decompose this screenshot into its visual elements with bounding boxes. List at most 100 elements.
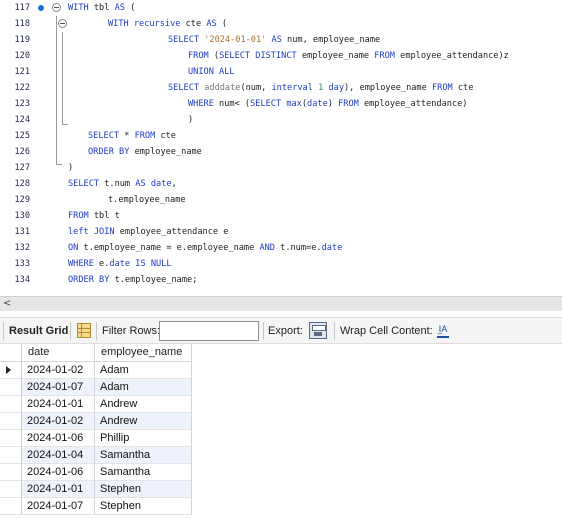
- code-token: SELECT DISTINCT: [219, 51, 297, 61]
- export-icon[interactable]: [309, 322, 327, 339]
- column-header-employee-name[interactable]: employee_name: [95, 344, 192, 362]
- code-token: cte: [155, 131, 176, 141]
- code-text: WITH tbl AS (: [68, 0, 135, 16]
- code-token: ON: [68, 243, 79, 253]
- cell-employee-name[interactable]: Andrew: [95, 413, 192, 430]
- code-text: SELECT * FROM cte: [88, 128, 176, 144]
- code-token: ,: [171, 179, 177, 189]
- table-row[interactable]: 2024-01-02 Andrew: [0, 413, 192, 430]
- wrap-cell-content-icon[interactable]: I̲A: [437, 324, 449, 338]
- code-line[interactable]: 124): [0, 112, 562, 128]
- cell-date[interactable]: 2024-01-07: [22, 379, 95, 396]
- scroll-left-arrow[interactable]: <: [3, 297, 11, 311]
- cell-date[interactable]: 2024-01-01: [22, 481, 95, 498]
- code-token: FROM: [338, 99, 359, 109]
- code-line[interactable]: 122 SELECT adddate(num, interval 1 day), …: [0, 80, 562, 96]
- code-line[interactable]: 131 left JOIN employee_attendance e: [0, 224, 562, 240]
- row-header[interactable]: [0, 396, 22, 413]
- code-token: (num,: [240, 83, 272, 93]
- cell-employee-name[interactable]: Andrew: [95, 396, 192, 413]
- code-token: cte: [180, 19, 207, 29]
- code-text: SELECT t.num AS date,: [68, 176, 177, 192]
- toolbar-separator: [334, 322, 335, 340]
- code-text: WHERE num< (SELECT max(date) FROM employ…: [188, 96, 467, 112]
- table-row[interactable]: 2024-01-07 Adam: [0, 379, 192, 396]
- cell-date[interactable]: 2024-01-02: [22, 413, 95, 430]
- result-grid[interactable]: date employee_name 2024-01-02 Adam 2024-01…: [0, 344, 562, 519]
- code-line[interactable]: 117 WITH tbl AS (: [0, 0, 562, 16]
- code-line[interactable]: 126 ORDER BY employee_name: [0, 144, 562, 160]
- cell-date[interactable]: 2024-01-06: [22, 430, 95, 447]
- table-row[interactable]: 2024-01-01 Stephen: [0, 481, 192, 498]
- code-text: ON t.employee_name = e.employee_name AND…: [68, 240, 342, 256]
- code-token: SELECT: [168, 35, 200, 45]
- cell-employee-name[interactable]: Adam: [95, 362, 192, 379]
- code-line[interactable]: 130 FROM tbl t: [0, 208, 562, 224]
- line-number: 121: [14, 67, 30, 77]
- code-line[interactable]: 132 ON t.employee_name = e.employee_name …: [0, 240, 562, 256]
- cell-employee-name[interactable]: Stephen: [95, 498, 192, 515]
- table-row[interactable]: 2024-01-06 Phillip: [0, 430, 192, 447]
- row-header[interactable]: [0, 430, 22, 447]
- column-header-date[interactable]: date: [22, 344, 95, 362]
- cell-date[interactable]: 2024-01-07: [22, 498, 95, 515]
- table-row[interactable]: 2024-01-07 Stephen: [0, 498, 192, 515]
- cell-employee-name[interactable]: Samantha: [95, 447, 192, 464]
- code-token: (: [124, 3, 136, 13]
- cell-employee-name[interactable]: Phillip: [95, 430, 192, 447]
- sql-editor[interactable]: 117 WITH tbl AS (118 WITH recursive cte AS…: [0, 0, 562, 296]
- cell-employee-name[interactable]: Adam: [95, 379, 192, 396]
- row-header[interactable]: [0, 379, 22, 396]
- code-token: SELECT: [68, 179, 100, 189]
- row-header[interactable]: [0, 413, 22, 430]
- code-token: SELECT: [250, 99, 282, 109]
- code-token: date: [307, 99, 328, 109]
- cell-date[interactable]: 2024-01-04: [22, 447, 95, 464]
- line-number: 130: [14, 211, 30, 221]
- code-text: SELECT adddate(num, interval 1 day), emp…: [168, 80, 473, 96]
- code-token: day: [328, 83, 344, 93]
- row-header-corner: [0, 344, 22, 362]
- cell-date[interactable]: 2024-01-01: [22, 396, 95, 413]
- code-token: SELECT: [168, 83, 200, 93]
- cell-employee-name[interactable]: Stephen: [95, 481, 192, 498]
- cell-date[interactable]: 2024-01-02: [22, 362, 95, 379]
- code-text: ): [68, 160, 73, 176]
- code-line[interactable]: 125 SELECT * FROM cte: [0, 128, 562, 144]
- result-grid-tab[interactable]: Result Grid: [9, 318, 68, 344]
- code-line[interactable]: 134 ORDER BY t.employee_name;: [0, 272, 562, 288]
- code-line[interactable]: 119 SELECT '2024-01-01' AS num, employee_…: [0, 32, 562, 48]
- table-row[interactable]: 2024-01-02 Adam: [0, 362, 192, 379]
- filter-rows-input[interactable]: [159, 321, 259, 341]
- cell-employee-name[interactable]: Samantha: [95, 464, 192, 481]
- code-line[interactable]: 128 SELECT t.num AS date,: [0, 176, 562, 192]
- fold-toggle-icon[interactable]: [58, 19, 67, 28]
- code-line[interactable]: 123 WHERE num< (SELECT max(date) FROM emp…: [0, 96, 562, 112]
- code-line[interactable]: 121 UNION ALL: [0, 64, 562, 80]
- code-line[interactable]: 120 FROM (SELECT DISTINCT employee_name F…: [0, 48, 562, 64]
- table-row[interactable]: 2024-01-06 Samantha: [0, 464, 192, 481]
- fold-toggle-icon[interactable]: [52, 3, 61, 12]
- code-token: FROM: [374, 51, 395, 61]
- horizontal-scrollbar[interactable]: <: [0, 296, 562, 311]
- table-row[interactable]: 2024-01-01 Andrew: [0, 396, 192, 413]
- row-header[interactable]: [0, 498, 22, 515]
- result-grid-icon[interactable]: [77, 323, 91, 338]
- code-token: date: [150, 179, 172, 189]
- line-number: 117: [14, 3, 30, 13]
- code-line[interactable]: 118 WITH recursive cte AS (: [0, 16, 562, 32]
- line-number: 129: [14, 195, 30, 205]
- code-line[interactable]: 133 WHERE e.date IS NULL: [0, 256, 562, 272]
- table-row[interactable]: 2024-01-04 Samantha: [0, 447, 192, 464]
- row-header[interactable]: [0, 464, 22, 481]
- cell-date[interactable]: 2024-01-06: [22, 464, 95, 481]
- code-token: date: [321, 243, 343, 253]
- code-token: AS: [271, 35, 282, 45]
- code-line[interactable]: 127): [0, 160, 562, 176]
- row-header[interactable]: [0, 362, 22, 379]
- code-token: t.employee_name: [108, 195, 186, 205]
- code-token: ): [188, 115, 194, 125]
- code-line[interactable]: 129 t.employee_name: [0, 192, 562, 208]
- row-header[interactable]: [0, 481, 22, 498]
- row-header[interactable]: [0, 447, 22, 464]
